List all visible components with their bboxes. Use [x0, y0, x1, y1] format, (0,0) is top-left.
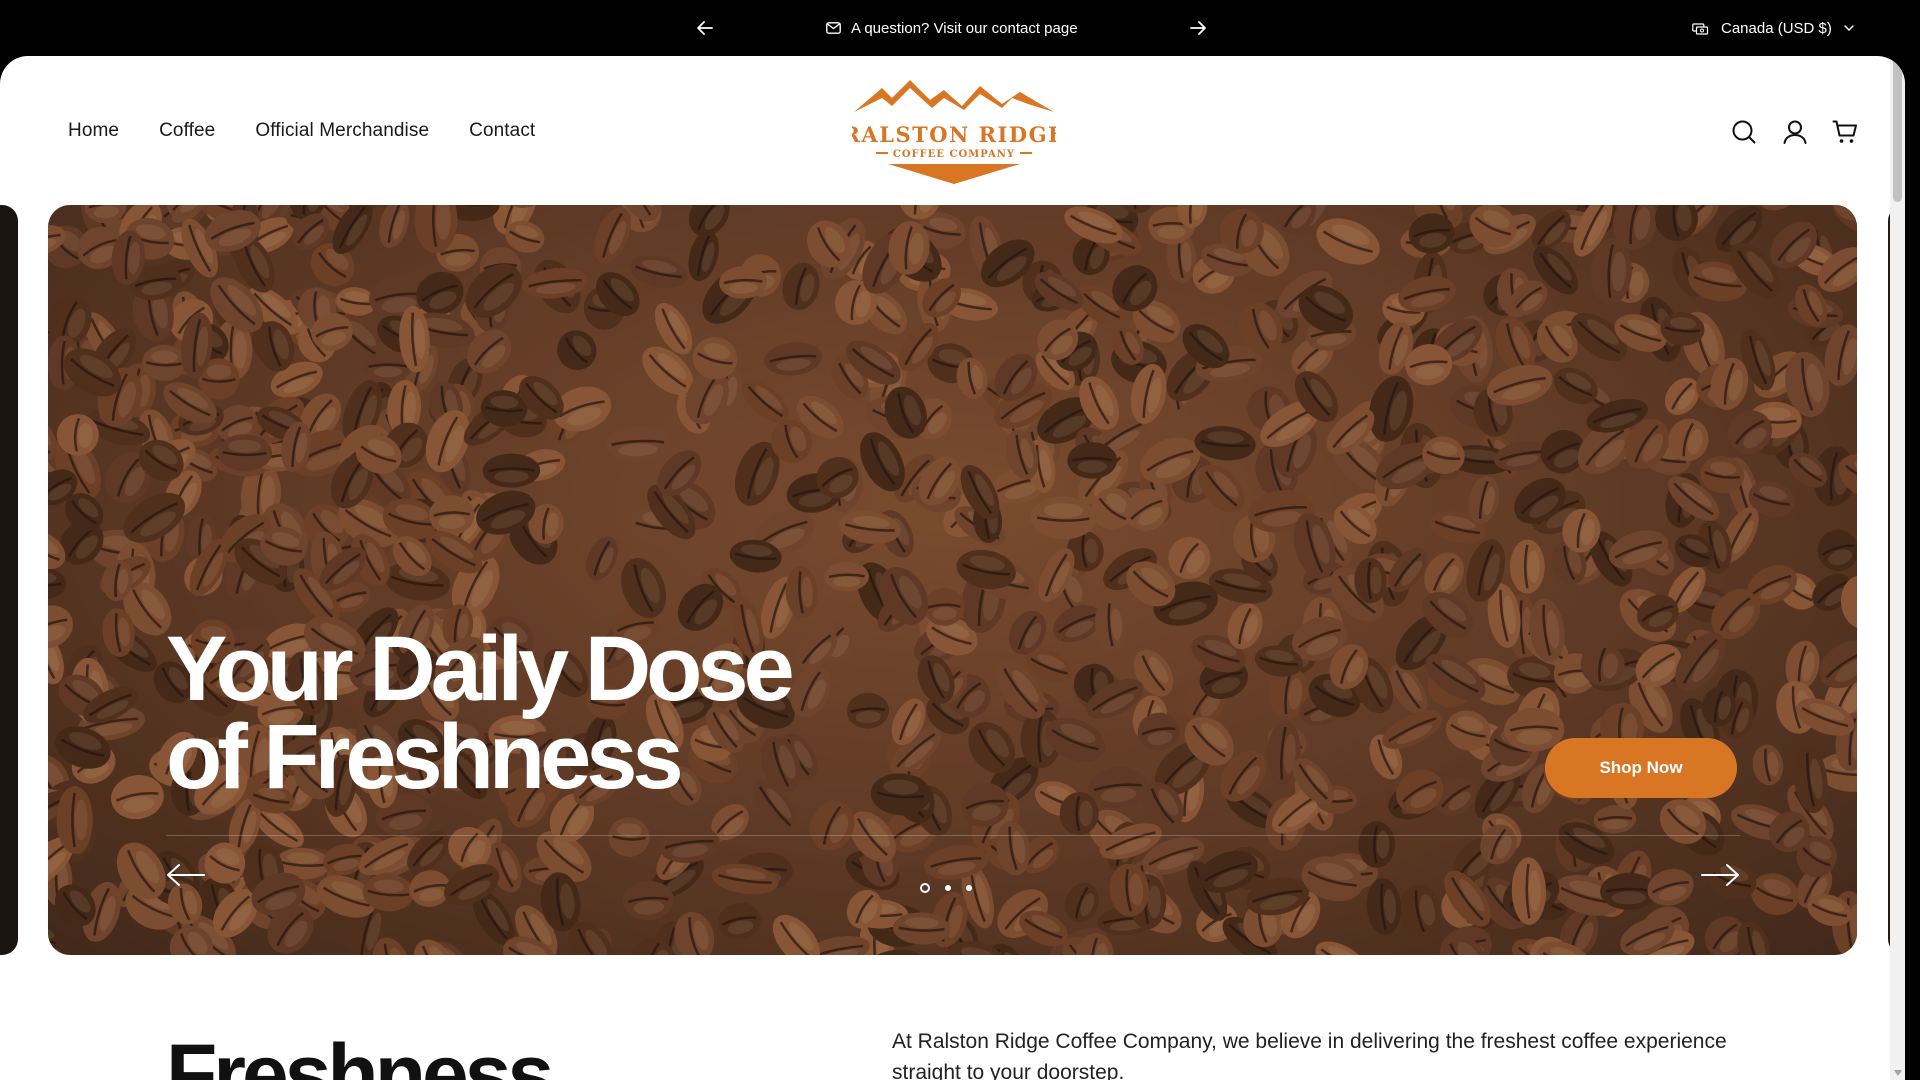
about-text: At Ralston Ridge Coffee Company, we beli… — [892, 1030, 1727, 1080]
slide-dots — [920, 883, 972, 893]
hero-slideshow: Your Daily Dose of Freshness Shop Now — [48, 205, 1857, 955]
search-button[interactable] — [1730, 118, 1758, 146]
search-icon — [1732, 120, 1756, 144]
announcement-prev-button[interactable] — [693, 16, 717, 40]
scroll-down-icon[interactable] — [1894, 1070, 1902, 1076]
nav-coffee[interactable]: Coffee — [159, 120, 215, 142]
arrow-left-icon — [167, 864, 205, 886]
scrollbar[interactable] — [1890, 56, 1905, 1080]
main-nav: Home Coffee Official Merchandise Contact — [68, 120, 535, 142]
hero-divider — [166, 835, 1740, 836]
nav-official-merchandise[interactable]: Official Merchandise — [255, 120, 429, 142]
cart-icon — [1832, 120, 1857, 143]
announcement-bar: A question? Visit our contact page Canad… — [0, 0, 1920, 56]
section-heading: Freshness — [166, 1027, 554, 1080]
currency-label: Canada (USD $) — [1721, 19, 1832, 37]
currency-icon — [1692, 22, 1709, 35]
coffee-beans-image — [48, 205, 1857, 955]
logo-line2: COFFEE COMPANY — [893, 149, 1015, 160]
arrow-right-icon — [1190, 21, 1206, 35]
account-button[interactable] — [1781, 118, 1809, 146]
slide-dot-2[interactable] — [945, 885, 951, 891]
announcement-next-button[interactable] — [1186, 16, 1210, 40]
account-icon — [1783, 120, 1807, 144]
slide-dot-3[interactable] — [966, 885, 972, 891]
cart-button[interactable] — [1831, 118, 1859, 146]
logo[interactable]: RALSTON RIDGE COFFEE COMPANY — [842, 78, 1064, 188]
announcement-message[interactable]: A question? Visit our contact page — [826, 17, 1078, 39]
hero-prev-button[interactable] — [166, 863, 206, 887]
announcement-text: A question? Visit our contact page — [851, 19, 1078, 37]
mail-icon — [826, 22, 841, 34]
shop-now-button[interactable]: Shop Now — [1545, 738, 1737, 798]
page: Home Coffee Official Merchandise Contact… — [0, 56, 1905, 1080]
hero-title: Your Daily Dose of Freshness — [166, 618, 795, 808]
arrow-left-icon — [697, 21, 713, 35]
logo-line1: RALSTON RIDGE — [852, 122, 1056, 147]
scrollbar-thumb[interactable] — [1893, 56, 1902, 202]
previous-slide-peek — [0, 205, 18, 955]
currency-selector[interactable]: Canada (USD $) — [1692, 17, 1854, 39]
arrow-right-icon — [1701, 864, 1739, 886]
nav-home[interactable]: Home — [68, 120, 119, 142]
nav-contact[interactable]: Contact — [469, 120, 535, 142]
hero-next-button[interactable] — [1700, 863, 1740, 887]
chevron-down-icon — [1844, 25, 1854, 31]
slide-dot-1[interactable] — [920, 883, 930, 893]
